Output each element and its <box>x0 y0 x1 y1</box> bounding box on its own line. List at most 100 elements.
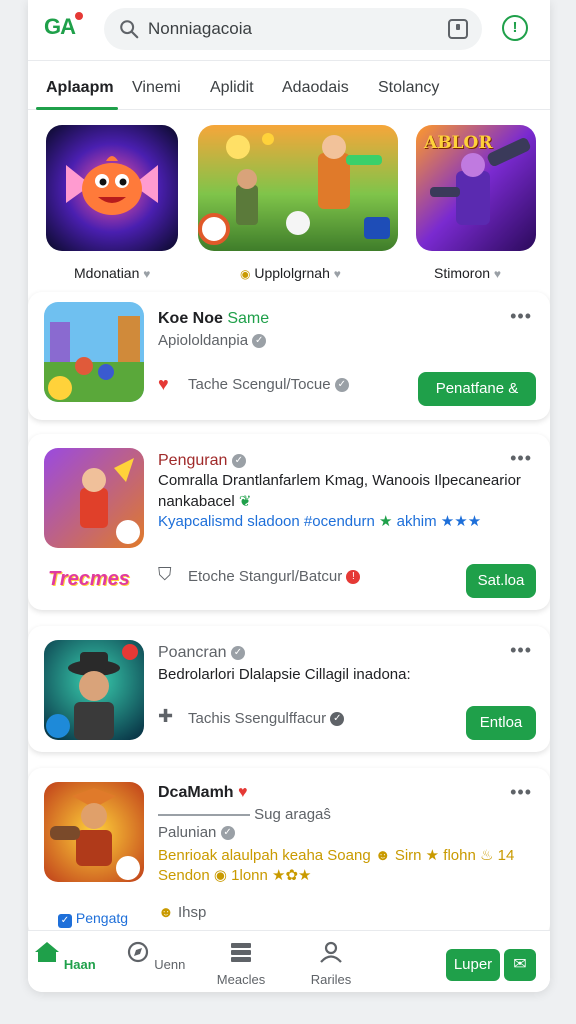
app-card-4-meta: ☻ Ihsp <box>158 904 206 921</box>
app-card-4[interactable]: DcaMamh ♥ ••• Sug aragaŝ Palunian ✓ Benr… <box>28 768 550 938</box>
nav-library-label: Meacles <box>216 972 266 987</box>
heart-icon[interactable]: ♥ <box>158 374 169 395</box>
coin-icon: ◉ <box>240 267 251 281</box>
app-card-4-meta-text: Ihsp <box>177 904 207 921</box>
user-button[interactable]: Luper <box>446 949 500 981</box>
search-bar[interactable] <box>104 8 482 50</box>
verified-icon: ✓ <box>231 453 246 468</box>
app-card-3-meta-text: Tachis Ssengulffacur <box>188 710 327 727</box>
more-options-icon[interactable]: ••• <box>510 640 532 661</box>
featured-app-1-art <box>46 125 178 251</box>
heart-icon[interactable]: ♥ <box>334 267 341 281</box>
active-tab-indicator <box>36 107 118 110</box>
app-card-2-desc-3-suffix: akhim <box>396 513 437 530</box>
app-card-2-thumbnail <box>44 448 144 548</box>
app-card-1-title-a: Koe Noe <box>158 310 223 327</box>
app-card-1-title-b: Same <box>227 310 270 327</box>
puzzle-icon: ✚ <box>158 706 174 726</box>
app-card-3-meta: Tachis Ssengulffacur ✓ <box>188 710 345 727</box>
app-card-1-meta-text: Tache Scengul/Tocue <box>188 376 331 393</box>
star-icon: ★ <box>425 847 440 864</box>
link-icon: ✓ <box>58 914 72 928</box>
shield-icon: ⛉ <box>158 564 172 584</box>
heart-icon[interactable]: ♥ <box>238 784 248 801</box>
verified-icon: ✓ <box>220 826 235 841</box>
more-options-icon[interactable]: ••• <box>510 306 532 327</box>
top-bar: GA ! <box>28 0 550 60</box>
coin-icon: ◉ <box>213 867 227 884</box>
redacted-bar <box>158 814 250 817</box>
featured-app-3[interactable]: ABLOR Stimoron ♥ <box>416 125 536 281</box>
app-card-2-action-button[interactable]: Sat.loa <box>466 564 536 598</box>
app-card-2[interactable]: Penguran ✓ ••• Comralla Drantlanfarlem K… <box>28 434 550 610</box>
app-card-4-sub-1-text: Sug aragaŝ <box>254 806 331 823</box>
chat-icon[interactable]: ✉ <box>504 949 536 981</box>
bottom-navigation: Haan Uenn Meacles Rariles Luper ✉ <box>28 930 550 992</box>
featured-app-1[interactable]: Mdonatian ♥ <box>46 125 178 281</box>
search-input[interactable] <box>148 19 438 39</box>
app-card-1-action-button[interactable]: Penatfane & <box>418 372 536 406</box>
app-logo[interactable]: GA <box>44 12 83 40</box>
app-card-2-desc-2-text: nankabacel <box>158 493 235 510</box>
app-card-3-thumbnail <box>44 640 144 740</box>
app-card-3-action-button[interactable]: Entloa <box>466 706 536 740</box>
more-options-icon[interactable]: ••• <box>510 448 532 469</box>
app-logo-text: GA <box>44 14 76 39</box>
nav-profile[interactable]: Rariles <box>296 941 366 987</box>
app-card-4-link[interactable]: ✓ Pengatg <box>58 910 128 928</box>
fire-icon: ♨ <box>480 847 494 864</box>
leaf-icon: ❦ <box>238 493 252 510</box>
voice-search-icon[interactable] <box>448 19 468 39</box>
app-card-2-desc-3: Kyapcalismd sladoon #ocendurn ★ akhim ★★… <box>158 512 481 530</box>
emoji-icon: ☻ <box>374 847 391 864</box>
tab-adaodais[interactable]: Adaodais <box>282 79 349 97</box>
app-card-2-meta-text: Etoche Stangurl/Batcur <box>188 568 343 585</box>
heart-icon[interactable]: ♥ <box>494 267 501 281</box>
stars-icon: ★✿★ <box>272 867 312 884</box>
star-icon: ★ <box>378 513 393 530</box>
app-card-4-desc-1: Benrioak alaulpah keaha Soang ☻ Sirn ★ f… <box>158 846 514 864</box>
app-card-4-title: DcaMamh ♥ <box>158 784 248 802</box>
tab-stolancy[interactable]: Stolancy <box>378 79 439 97</box>
tab-vinemi[interactable]: Vinemi <box>132 79 181 97</box>
tab-aplaapm[interactable]: Aplaapm <box>46 79 114 97</box>
featured-app-3-caption: Stimoron ♥ <box>434 265 501 281</box>
app-card-4-thumbnail <box>44 782 144 882</box>
verified-icon: ✓ <box>330 712 345 727</box>
app-card-2-title-text: Penguran <box>158 452 228 469</box>
app-card-4-desc-1-text: Benrioak alaulpah keaha Soang <box>158 847 371 864</box>
featured-app-2-label: Upplolgrnah <box>254 265 330 281</box>
app-card-2-desc-1: Comralla Drantlanfarlem Kmag, Wanoois Il… <box>158 472 521 489</box>
more-options-icon[interactable]: ••• <box>510 782 532 803</box>
featured-app-3-overlay-text: ABLOR <box>424 133 493 153</box>
nav-home[interactable]: Haan <box>30 941 100 972</box>
app-card-4-desc-1-b: Sirn <box>394 847 422 864</box>
nav-home-label: Haan <box>63 957 96 972</box>
category-tabs: Aplaapm Vinemi Aplidit Adaodais Stolancy <box>28 60 550 110</box>
app-card-2-title: Penguran ✓ <box>158 452 246 470</box>
app-card-3[interactable]: Poancran ✓ ••• Bedrolarlori Dlalapsie Ci… <box>28 626 550 752</box>
notification-dot <box>75 12 83 20</box>
app-card-1-subtitle-text: Apiololdanpia <box>158 332 249 349</box>
app-card-2-desc-3-text: Kyapcalismd sladoon #ocendurn <box>158 513 375 530</box>
smile-icon: ☻ <box>158 904 174 921</box>
featured-app-2-caption: ◉ Upplolgrnah ♥ <box>240 265 341 281</box>
app-card-2-brand-logo: Trecmes <box>48 568 130 590</box>
featured-app-3-art: ABLOR <box>416 125 536 251</box>
tab-aplidit[interactable]: Aplidit <box>210 79 254 97</box>
info-icon[interactable]: ! <box>502 15 528 41</box>
app-card-4-sub-2: Palunian ✓ <box>158 824 235 841</box>
app-card-1-subtitle: Apiololdanpia ✓ <box>158 332 267 349</box>
app-card-1[interactable]: Koe Noe Same Apiololdanpia ✓ ••• ♥ Tache… <box>28 292 550 420</box>
nav-updates[interactable]: Uenn <box>120 941 190 972</box>
nav-library[interactable]: Meacles <box>206 941 276 987</box>
featured-app-1-caption: Mdonatian ♥ <box>74 265 150 281</box>
heart-icon[interactable]: ♥ <box>143 267 150 281</box>
featured-app-2-art <box>198 125 398 251</box>
featured-app-2[interactable]: ◉ Upplolgrnah ♥ <box>198 125 398 281</box>
phone-screen: GA ! Aplaapm Vinemi Aplidit Adaodais Sto… <box>28 0 550 992</box>
app-card-4-sub-2-text: Palunian <box>158 824 217 841</box>
verified-icon: ✓ <box>334 378 349 393</box>
app-card-1-thumbnail <box>44 302 144 402</box>
app-card-4-desc-1-d: 14 <box>497 847 515 864</box>
